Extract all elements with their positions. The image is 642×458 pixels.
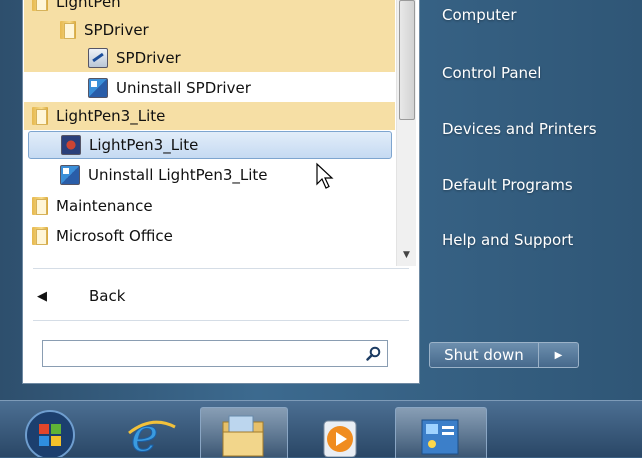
shutdown-button[interactable]: Shut down	[429, 342, 539, 368]
all-programs-list: LightPen SPDriver SPDriver Uninstall SPD…	[24, 0, 395, 266]
lightpen-app-icon	[61, 135, 81, 155]
uninstall-icon	[60, 165, 80, 185]
chevron-right-icon: ▶	[554, 349, 563, 361]
programs-scrollbar[interactable]: ▼	[396, 0, 416, 266]
spdriver-icon	[88, 48, 108, 68]
program-item-lightpen3-lite[interactable]: LightPen3_Lite	[28, 131, 392, 159]
program-label: LightPen3_Lite	[56, 107, 166, 125]
back-button[interactable]: ◀ Back	[33, 280, 125, 312]
search-icon[interactable]	[366, 346, 381, 361]
programs-pane: LightPen SPDriver SPDriver Uninstall SPD…	[22, 0, 420, 384]
right-link-default-programs[interactable]: Default Programs	[442, 176, 573, 194]
taskbar-windows-explorer[interactable]	[200, 407, 288, 458]
control-panel-icon	[421, 419, 459, 455]
start-orb-icon[interactable]	[22, 405, 78, 457]
internet-explorer-icon[interactable]: e	[125, 407, 179, 457]
uninstall-icon	[88, 78, 108, 98]
svg-text:e: e	[131, 408, 158, 457]
program-folder-spdriver[interactable]: SPDriver	[24, 16, 395, 44]
windows-explorer-icon	[222, 415, 264, 457]
folder-icon	[60, 21, 76, 39]
folder-icon	[32, 0, 48, 11]
program-item-uninstall-lightpen3-lite[interactable]: Uninstall LightPen3_Lite	[24, 161, 395, 189]
right-link-devices-printers[interactable]: Devices and Printers	[442, 120, 597, 138]
scroll-down-icon[interactable]: ▼	[397, 248, 416, 262]
program-folder-lightpen3-lite[interactable]: LightPen3_Lite	[24, 102, 395, 130]
folder-icon	[32, 227, 48, 245]
program-label: Uninstall LightPen3_Lite	[88, 166, 268, 184]
search-box[interactable]	[42, 340, 388, 367]
search-input[interactable]	[47, 341, 361, 366]
program-label: Uninstall SPDriver	[116, 79, 251, 97]
divider	[33, 268, 409, 269]
media-player-icon[interactable]	[318, 407, 362, 457]
mouse-cursor-icon	[316, 162, 334, 189]
divider	[33, 320, 409, 321]
shutdown-options-button[interactable]: ▶	[539, 342, 579, 368]
back-arrow-icon: ◀	[37, 288, 47, 304]
right-link-help-support[interactable]: Help and Support	[442, 231, 573, 249]
folder-icon	[32, 107, 48, 125]
program-label: Microsoft Office	[56, 227, 173, 245]
folder-icon	[32, 197, 48, 215]
program-item-spdriver[interactable]: SPDriver	[24, 44, 395, 72]
program-folder-maintenance[interactable]: Maintenance	[24, 192, 395, 220]
right-link-computer[interactable]: Computer	[442, 6, 517, 24]
program-label: LightPen3_Lite	[89, 136, 199, 154]
start-menu: LightPen SPDriver SPDriver Uninstall SPD…	[0, 0, 642, 400]
taskbar: e	[0, 400, 642, 458]
program-label: SPDriver	[116, 49, 181, 67]
taskbar-control-panel[interactable]	[395, 407, 487, 458]
back-label: Back	[89, 287, 126, 305]
program-label: Maintenance	[56, 197, 153, 215]
program-folder-lightpen[interactable]: LightPen	[24, 0, 395, 16]
program-folder-microsoft-office[interactable]: Microsoft Office	[24, 222, 395, 250]
program-label: LightPen	[56, 0, 121, 11]
scrollbar-thumb[interactable]	[399, 0, 415, 120]
program-item-uninstall-spdriver[interactable]: Uninstall SPDriver	[24, 74, 395, 102]
right-link-control-panel[interactable]: Control Panel	[442, 64, 541, 82]
program-label: SPDriver	[84, 21, 149, 39]
